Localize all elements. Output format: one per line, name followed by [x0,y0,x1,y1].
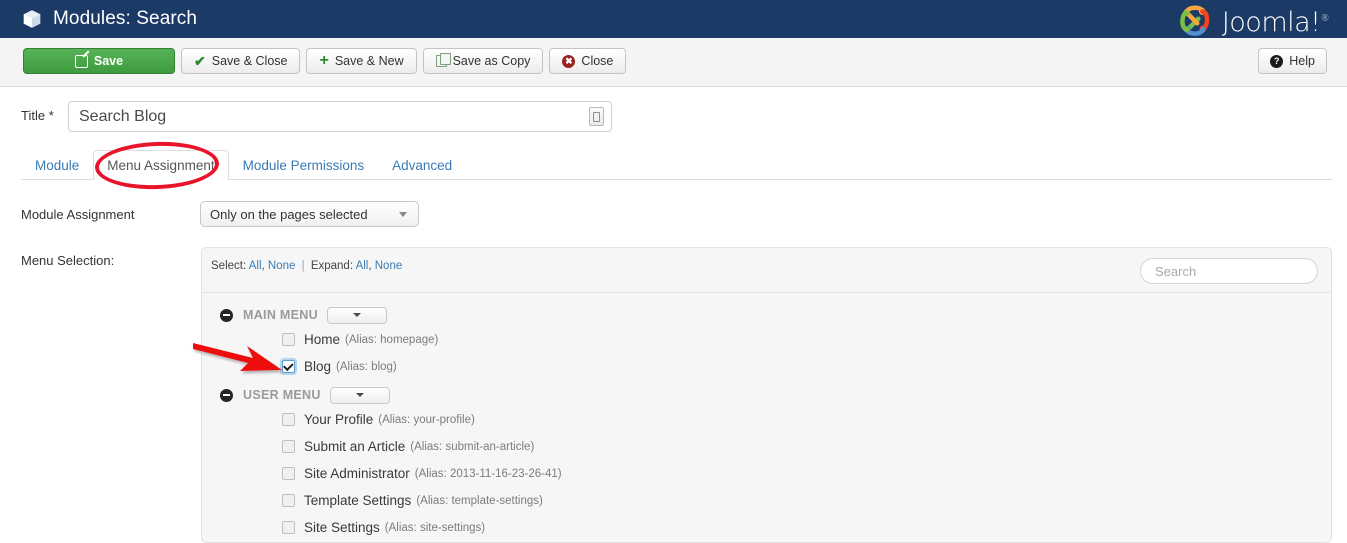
module-assignment-value: Only on the pages selected [210,206,368,222]
plus-icon: + [319,52,329,69]
menu-item-alias: (Alias: your-profile) [378,413,475,426]
menu-item-title: Template Settings [304,493,412,508]
toolbar-button-group: Save ✔ Save & Close + Save & New Save as… [23,48,627,74]
check-icon: ✔ [194,53,206,69]
menu-item-title: Blog [304,359,332,374]
header-title-group: Modules: Search [22,8,197,30]
help-button[interactable]: ? Help [1258,48,1327,74]
menu-item-checkbox[interactable] [282,333,295,346]
menu-item-alias: (Alias: 2013-11-16-23-26-41) [414,467,562,480]
menu-group-label: MAIN MENU [243,308,318,322]
divider: | [301,260,305,272]
select-none-link[interactable]: None [268,260,296,272]
title-field-wrapper [68,101,612,132]
menu-item-title: Submit an Article [304,439,406,454]
save-and-close-label: Save & Close [211,54,288,68]
menu-group-main-menu: MAIN MENU [202,304,1331,326]
menu-item-title: Your Profile [304,412,374,427]
save-button[interactable]: Save [23,48,175,74]
close-button[interactable]: ✖ Close [549,48,627,74]
list-item[interactable]: Template Settings (Alias: template-setti… [202,487,1331,514]
menu-item-checkbox[interactable] [282,440,295,453]
select-expand-controls: Select: All, None | Expand: All, None [211,260,403,272]
list-item[interactable]: Home (Alias: homepage) [202,326,1331,353]
save-and-close-button[interactable]: ✔ Save & Close [181,48,301,74]
menu-item-checkbox[interactable] [282,467,295,480]
select-prefix-label: Select: [211,260,247,272]
list-item[interactable]: Site Settings (Alias: site-settings) [202,514,1331,541]
menu-search-input[interactable] [1141,259,1317,283]
tab-module[interactable]: Module [21,150,93,179]
menu-item-alias: (Alias: blog) [336,360,397,373]
joomla-wordmark: Joomla!® [1221,7,1330,38]
pencil-square-icon [74,54,88,68]
list-item[interactable]: Submit an Article (Alias: submit-an-arti… [202,433,1331,460]
help-button-label: Help [1289,54,1315,68]
menu-search-wrapper [1140,258,1318,284]
save-button-label: Save [93,54,124,68]
select-all-link[interactable]: All [249,260,262,272]
menu-tree: MAIN MENU Home (Alias: homepage) Blog (A… [202,293,1331,541]
tab-module-permissions[interactable]: Module Permissions [229,150,379,179]
list-item[interactable]: Site Administrator (Alias: 2013-11-16-23… [202,460,1331,487]
list-item[interactable]: Blog (Alias: blog) [202,353,1331,380]
menu-group-label: USER MENU [243,388,321,402]
app-header: Modules: Search Joomla!® [0,0,1347,38]
menu-item-title: Site Settings [304,520,380,535]
menu-item-checkbox[interactable] [282,413,295,426]
menu-item-title: Site Administrator [304,466,410,481]
tab-bar: Module Menu Assignment Module Permission… [21,150,1332,180]
menu-selection-panel: Select: All, None | Expand: All, None MA… [201,247,1332,543]
menu-item-alias: (Alias: template-settings) [416,494,543,507]
menu-group-dropdown[interactable] [326,306,387,324]
chevron-down-icon [352,313,361,317]
collapse-minus-icon[interactable] [220,388,233,402]
menu-panel-header: Select: All, None | Expand: All, None [202,248,1331,293]
title-label: Title * [21,108,54,123]
menu-item-alias: (Alias: submit-an-article) [410,440,535,453]
menu-group-user-menu: USER MENU [202,384,1331,406]
registered-mark: ® [1320,14,1330,24]
spellcheck-icon[interactable] [589,107,604,126]
tab-advanced[interactable]: Advanced [378,150,466,179]
save-and-new-label: Save & New [334,54,404,68]
box-icon [22,9,42,29]
close-circle-icon: ✖ [562,54,576,68]
menu-group-dropdown[interactable] [329,386,390,404]
expand-all-link[interactable]: All [356,260,369,272]
collapse-minus-icon[interactable] [220,308,233,322]
chevron-down-icon [355,393,364,397]
menu-item-title: Home [304,332,341,347]
menu-item-checkbox[interactable] [282,494,295,507]
expand-prefix-label: Expand: [310,260,354,272]
module-assignment-select[interactable]: Only on the pages selected [200,201,419,227]
menu-item-alias: (Alias: homepage) [345,333,439,346]
save-and-new-button[interactable]: + Save & New [306,48,417,74]
menu-item-checkbox[interactable] [282,521,295,534]
page-title: Modules: Search [53,8,198,29]
toolbar: Save ✔ Save & Close + Save & New Save as… [0,38,1347,87]
title-input[interactable] [69,102,579,131]
save-as-copy-label: Save as Copy [452,54,531,68]
menu-selection-label: Menu Selection: [21,253,115,268]
close-button-label: Close [581,54,614,68]
expand-none-link[interactable]: None [375,260,403,272]
module-assignment-label: Module Assignment [21,207,135,222]
save-as-copy-button[interactable]: Save as Copy [422,48,544,74]
list-item[interactable]: Your Profile (Alias: your-profile) [202,406,1331,433]
chevron-down-icon [399,211,407,217]
menu-item-alias: (Alias: site-settings) [384,521,486,534]
menu-item-checkbox[interactable] [282,360,295,373]
question-mark-icon: ? [1270,54,1284,68]
copy-icon [435,53,451,67]
title-row: Title * [0,87,1347,145]
tab-menu-assignment[interactable]: Menu Assignment [93,150,229,180]
